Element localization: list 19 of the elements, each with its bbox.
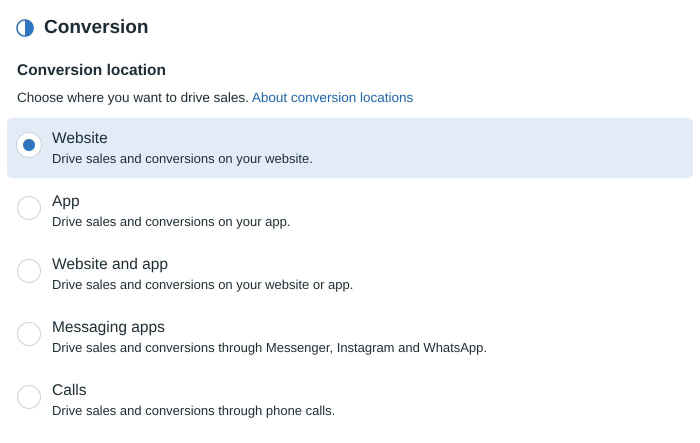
option-title: App: [52, 193, 81, 211]
half-circle-icon: [16, 19, 34, 37]
radio-button[interactable]: [17, 259, 41, 283]
option-title: Messaging apps: [52, 319, 166, 337]
option-description: Drive sales and conversions on your website or app.: [52, 277, 354, 292]
option-title: Calls: [52, 382, 88, 400]
radio-button[interactable]: [17, 385, 41, 409]
help-link[interactable]: About conversion locations: [252, 90, 414, 105]
section-title: Conversion: [44, 17, 149, 39]
radio-button[interactable]: [17, 196, 41, 220]
option-title: Website: [52, 130, 109, 148]
field-label: Conversion location: [17, 62, 167, 80]
option-description: Drive sales and conversions on your website.: [52, 151, 313, 166]
radio-button[interactable]: [17, 322, 41, 346]
option-description: Drive sales and conversions through Messenger, Instagram and WhatsApp.: [52, 340, 488, 355]
field-description: Choose where you want to drive sales. About conversion locations: [17, 90, 414, 105]
option-description: Drive sales and conversions through phone calls.: [52, 403, 336, 418]
option-description: Drive sales and conversions on your app.: [52, 214, 290, 229]
option-title: Website and app: [52, 256, 170, 274]
